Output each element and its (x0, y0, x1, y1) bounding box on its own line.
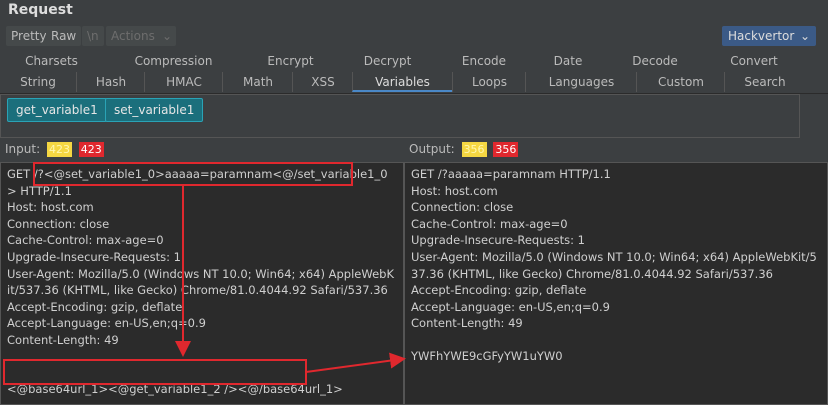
base64-highlight-box (3, 359, 307, 385)
arrow-right (305, 352, 406, 373)
set-variable-highlight-box (33, 162, 353, 186)
annotation-overlay (3, 162, 406, 385)
